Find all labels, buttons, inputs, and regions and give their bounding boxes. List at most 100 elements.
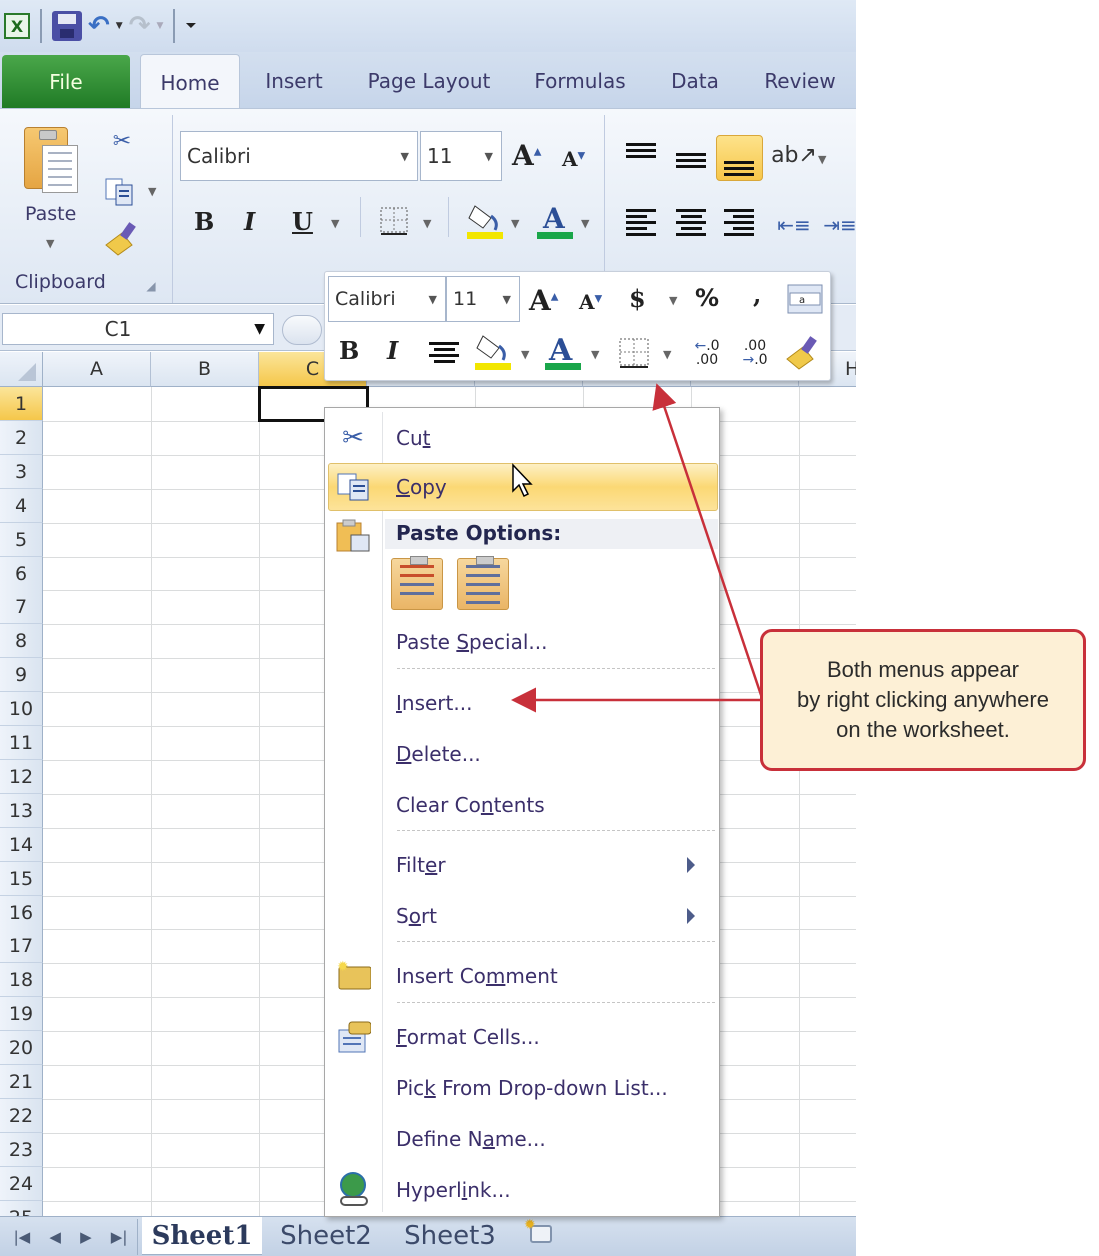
mini-shrink-font-icon[interactable]: A▼ (579, 290, 602, 314)
copy-dropdown-icon[interactable]: ▼ (148, 185, 156, 198)
sheet-tab-sheet1[interactable]: Sheet1 (142, 1217, 262, 1255)
paste-option-keep-formatting[interactable] (391, 556, 443, 610)
menu-item-sort[interactable]: Sort (325, 894, 719, 938)
font-size-combo[interactable]: 11 ▼ (420, 131, 502, 181)
row-header-6[interactable]: 6 (0, 556, 43, 591)
name-box-splitter[interactable] (282, 315, 322, 345)
increase-decimal-icon[interactable]: ←.0 .00 (685, 334, 729, 372)
row-header-15[interactable]: 15 (0, 861, 43, 896)
tab-data[interactable]: Data (664, 52, 726, 109)
shrink-font-icon[interactable]: A▼ (562, 147, 585, 171)
last-sheet-icon[interactable]: ▶| (111, 1228, 128, 1246)
row-header-8[interactable]: 8 (0, 624, 43, 659)
grow-font-icon[interactable]: A▲ (512, 139, 541, 172)
paste-label[interactable]: Paste (25, 203, 76, 225)
fill-color-icon[interactable] (464, 199, 506, 241)
paste-dropdown-icon[interactable]: ▼ (46, 237, 54, 250)
mini-center-icon[interactable] (429, 342, 459, 366)
underline-dropdown-icon[interactable]: ▼ (331, 217, 339, 230)
chevron-down-icon[interactable]: ▼ (503, 293, 511, 306)
borders-icon[interactable] (378, 205, 410, 237)
insert-worksheet-icon[interactable] (524, 1217, 552, 1243)
tab-review[interactable]: Review (758, 52, 842, 109)
row-header-10[interactable]: 10 (0, 692, 43, 727)
chevron-down-icon[interactable]: ▼ (254, 314, 265, 344)
mini-fill-color-icon[interactable] (473, 330, 513, 374)
italic-button[interactable]: I (244, 207, 255, 236)
row-header-5[interactable]: 5 (0, 522, 43, 557)
mini-borders-dropdown-icon[interactable]: ▼ (663, 348, 671, 361)
menu-item-format-cells[interactable]: Format Cells... (325, 1015, 719, 1059)
orientation-icon[interactable]: ab↗ (771, 139, 817, 171)
mini-font-color-icon[interactable]: A (543, 330, 583, 374)
row-header-20[interactable]: 20 (0, 1031, 43, 1066)
sheet-tab-sheet3[interactable]: Sheet3 (394, 1217, 506, 1255)
select-all-button[interactable] (0, 352, 43, 387)
menu-item-clear-contents[interactable]: Clear Contents (325, 783, 719, 827)
row-header-24[interactable]: 24 (0, 1166, 43, 1201)
tab-file[interactable]: File (2, 55, 130, 109)
fill-color-dropdown-icon[interactable]: ▼ (511, 217, 519, 230)
row-header-4[interactable]: 4 (0, 488, 43, 523)
align-left-icon[interactable] (626, 209, 656, 239)
accounting-dropdown-icon[interactable]: ▼ (669, 294, 677, 307)
row-header-1[interactable]: 1 (0, 387, 43, 421)
row-header-12[interactable]: 12 (0, 759, 43, 794)
decrease-indent-icon[interactable]: ⇤≡ (776, 207, 812, 243)
mini-grow-font-icon[interactable]: A▲ (529, 284, 558, 317)
chevron-down-icon[interactable]: ▼ (485, 150, 493, 163)
column-header-a[interactable]: A (43, 352, 151, 387)
row-header-16[interactable]: 16 (0, 895, 43, 930)
sheet-tab-sheet2[interactable]: Sheet2 (270, 1217, 382, 1255)
next-sheet-icon[interactable]: ▶ (80, 1228, 92, 1246)
cut-icon[interactable]: ✂ (106, 123, 138, 159)
bold-button[interactable]: B (194, 207, 214, 236)
font-color-icon[interactable]: A (534, 199, 576, 241)
menu-item-cut[interactable]: ✂ Cut (325, 416, 719, 460)
tab-formulas[interactable]: Formulas (528, 52, 632, 109)
underline-button[interactable]: U (292, 207, 313, 236)
row-header-3[interactable]: 3 (0, 454, 43, 489)
chevron-down-icon[interactable]: ▼ (429, 293, 437, 306)
mini-borders-icon[interactable] (617, 336, 651, 370)
mini-font-name-combo[interactable]: Calibri ▼ (328, 276, 446, 322)
borders-dropdown-icon[interactable]: ▼ (423, 217, 431, 230)
redo-icon[interactable]: ↷ (129, 11, 151, 41)
row-header-19[interactable]: 19 (0, 997, 43, 1032)
row-header-17[interactable]: 17 (0, 929, 43, 964)
row-header-11[interactable]: 11 (0, 726, 43, 760)
menu-item-filter[interactable]: Filter (325, 843, 719, 887)
mini-font-color-dropdown-icon[interactable]: ▼ (591, 348, 599, 361)
copy-icon[interactable] (102, 175, 138, 209)
row-header-21[interactable]: 21 (0, 1065, 43, 1099)
customize-qat-icon[interactable]: ⏷ (185, 18, 196, 34)
first-sheet-icon[interactable]: |◀ (14, 1228, 31, 1246)
name-box[interactable]: C1 ▼ (2, 313, 274, 345)
menu-item-delete[interactable]: Delete... (325, 732, 719, 776)
top-align-icon[interactable] (626, 143, 656, 161)
increase-indent-icon[interactable]: ⇥≡ (822, 207, 856, 243)
row-header-2[interactable]: 2 (0, 420, 43, 455)
row-header-14[interactable]: 14 (0, 827, 43, 862)
tab-home[interactable]: Home (140, 54, 240, 110)
dialog-launcher-icon[interactable]: ◢ (142, 277, 160, 295)
align-center-icon[interactable] (676, 209, 706, 239)
accounting-format-icon[interactable]: $ (629, 284, 646, 313)
mini-font-size-combo[interactable]: 11 ▼ (446, 276, 520, 322)
merge-center-icon[interactable]: a (787, 284, 823, 314)
menu-item-hyperlink[interactable]: Hyperlink... (325, 1168, 719, 1212)
row-header-22[interactable]: 22 (0, 1098, 43, 1133)
mini-bold-button[interactable]: B (339, 336, 359, 365)
font-name-combo[interactable]: Calibri ▼ (180, 131, 418, 181)
menu-item-insert[interactable]: Insert... (325, 681, 719, 725)
orientation-dropdown-icon[interactable]: ▼ (818, 153, 826, 166)
column-header-b[interactable]: B (151, 352, 259, 387)
redo-dropdown-icon[interactable]: ▼ (157, 21, 164, 31)
paste-button[interactable] (22, 119, 84, 199)
row-header-23[interactable]: 23 (0, 1132, 43, 1167)
decrease-decimal-icon[interactable]: .00 →.0 (733, 334, 777, 372)
menu-item-insert-comment[interactable]: ✹ Insert Comment (325, 954, 719, 998)
prev-sheet-icon[interactable]: ◀ (49, 1228, 61, 1246)
percent-style-icon[interactable]: % (695, 284, 719, 312)
paste-option-values[interactable] (457, 556, 509, 610)
